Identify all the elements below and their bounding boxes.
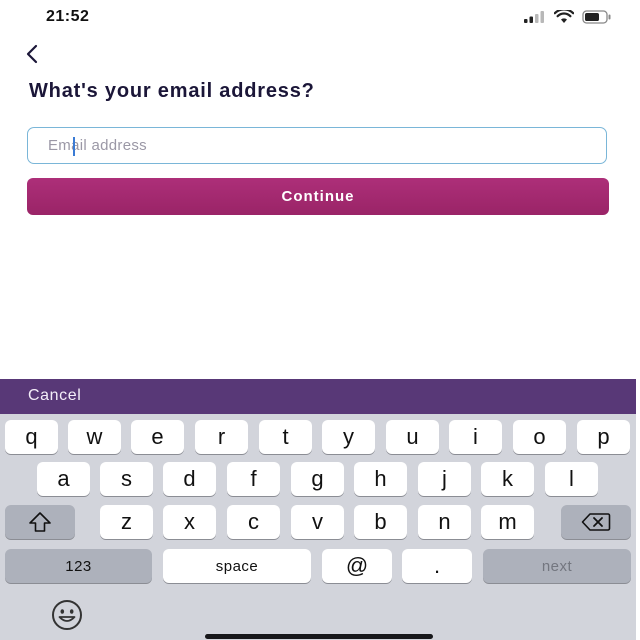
signal-icon xyxy=(524,11,544,23)
key-e[interactable]: e xyxy=(131,420,184,454)
status-bar: 21:52 xyxy=(0,0,640,36)
key-q[interactable]: q xyxy=(5,420,58,454)
key-l[interactable]: l xyxy=(545,462,598,496)
key-o[interactable]: o xyxy=(513,420,566,454)
cancel-button[interactable]: Cancel xyxy=(28,387,81,405)
next-key[interactable]: next xyxy=(483,549,631,583)
chevron-left-icon xyxy=(26,44,38,64)
key-b[interactable]: b xyxy=(354,505,407,539)
key-j[interactable]: j xyxy=(418,462,471,496)
key-x[interactable]: x xyxy=(163,505,216,539)
shift-icon xyxy=(29,512,51,532)
key-h[interactable]: h xyxy=(354,462,407,496)
keyboard: q w e r t y u i o p a s d f g h j k l z … xyxy=(0,414,636,640)
key-d[interactable]: d xyxy=(163,462,216,496)
dot-key[interactable]: . xyxy=(402,549,472,583)
key-v[interactable]: v xyxy=(291,505,344,539)
emoji-icon xyxy=(52,600,82,630)
emoji-button[interactable] xyxy=(50,598,84,632)
home-indicator xyxy=(205,634,433,639)
text-caret xyxy=(73,137,75,156)
space-key[interactable]: space xyxy=(163,549,311,583)
key-w[interactable]: w xyxy=(68,420,121,454)
key-c[interactable]: c xyxy=(227,505,280,539)
email-field[interactable] xyxy=(27,127,607,164)
key-r[interactable]: r xyxy=(195,420,248,454)
at-key[interactable]: @ xyxy=(322,549,392,583)
key-f[interactable]: f xyxy=(227,462,280,496)
key-m[interactable]: m xyxy=(481,505,534,539)
status-icons xyxy=(524,10,612,24)
key-u[interactable]: u xyxy=(386,420,439,454)
key-k[interactable]: k xyxy=(481,462,534,496)
key-z[interactable]: z xyxy=(100,505,153,539)
email-input[interactable] xyxy=(46,136,606,155)
key-p[interactable]: p xyxy=(577,420,630,454)
key-s[interactable]: s xyxy=(100,462,153,496)
numbers-key[interactable]: 123 xyxy=(5,549,152,583)
key-y[interactable]: y xyxy=(322,420,375,454)
backspace-icon xyxy=(581,513,611,531)
backspace-key[interactable] xyxy=(561,505,631,539)
wifi-icon xyxy=(554,10,574,23)
status-time: 21:52 xyxy=(46,8,90,25)
key-g[interactable]: g xyxy=(291,462,344,496)
key-n[interactable]: n xyxy=(418,505,471,539)
key-i[interactable]: i xyxy=(449,420,502,454)
battery-icon xyxy=(582,10,611,24)
back-button[interactable] xyxy=(16,40,48,68)
keyboard-accessory-bar: Cancel xyxy=(0,379,636,414)
key-t[interactable]: t xyxy=(259,420,312,454)
page-title: What's your email address? xyxy=(29,80,315,102)
shift-key[interactable] xyxy=(5,505,75,539)
continue-button[interactable]: Continue xyxy=(27,178,609,215)
key-a[interactable]: a xyxy=(37,462,90,496)
